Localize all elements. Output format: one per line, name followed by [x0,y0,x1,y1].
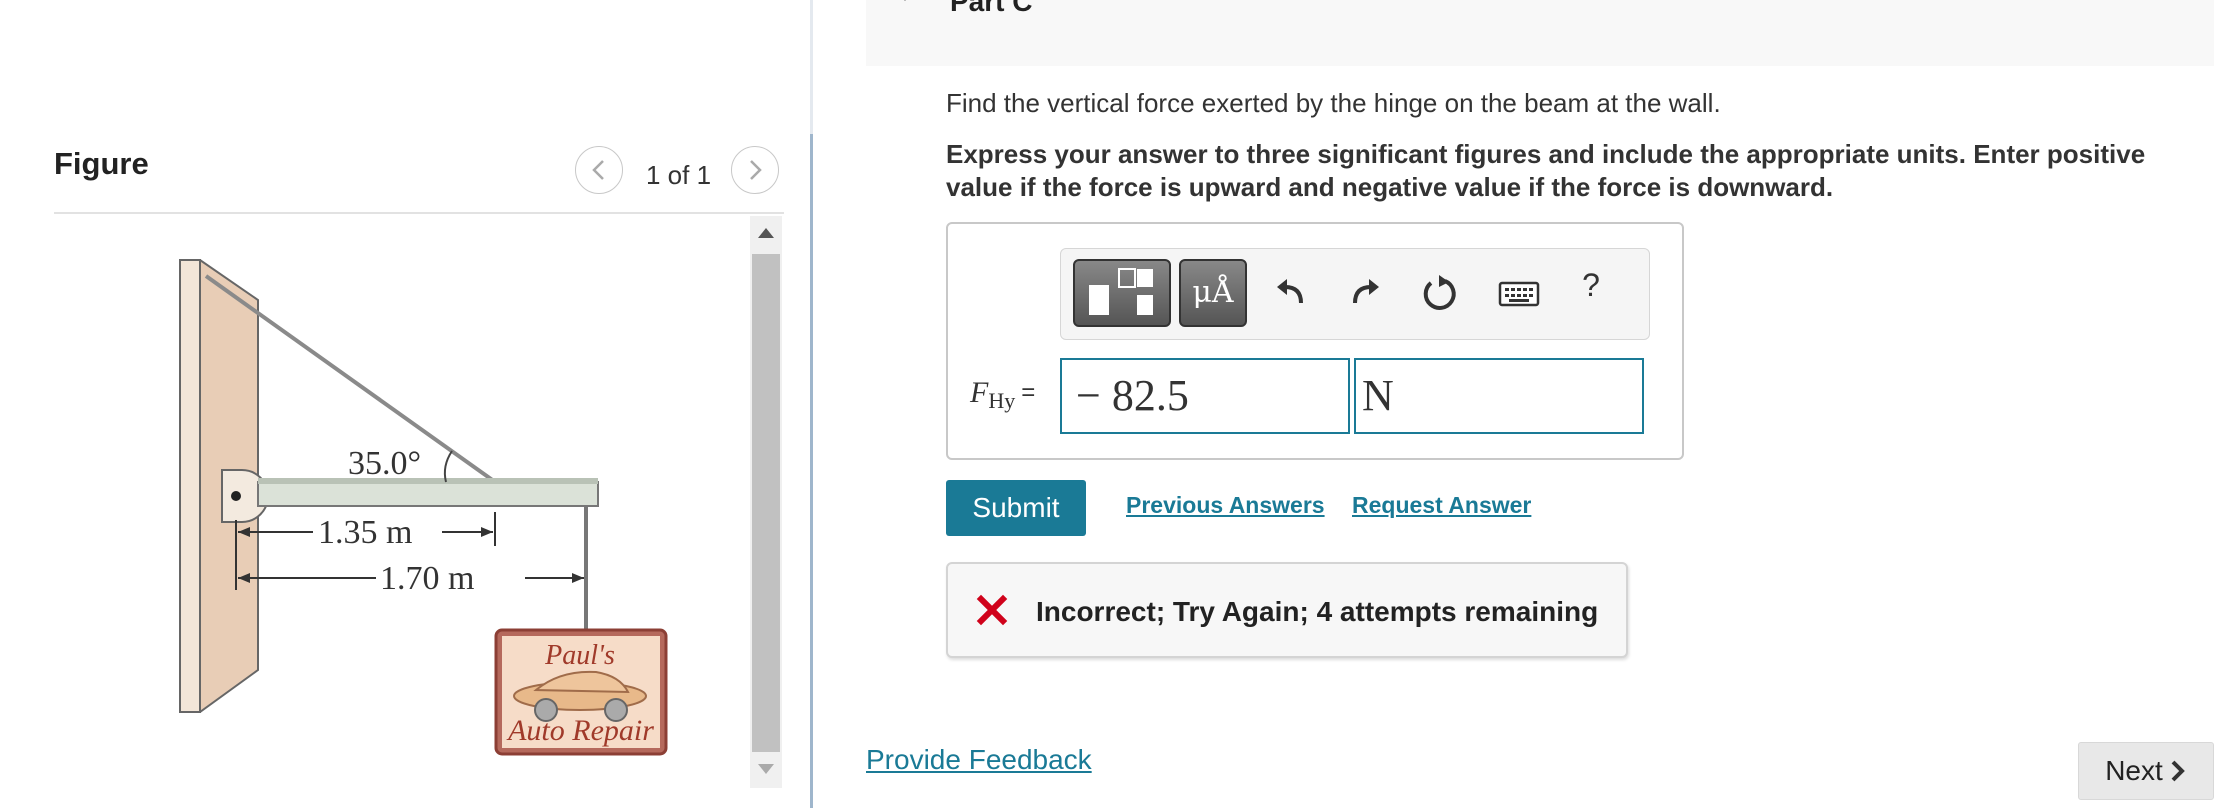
chevron-down-icon[interactable] [898,0,912,6]
part-title: Part C [950,0,1033,17]
dim-short-arrow-right [481,527,493,537]
submit-button[interactable]: Submit [946,480,1086,536]
keyboard-icon[interactable] [1497,273,1541,313]
templates-button[interactable] [1073,259,1171,327]
sign-line-1: Paul's [544,640,615,671]
templates-icon [1089,268,1153,315]
feedback-box: Incorrect; Try Again; 4 attempts remaini… [946,562,1628,658]
chevron-left-icon [592,160,604,180]
figure-pane: Figure 1 of 1 35.0° 1.35 m 1.70 m Paul's… [0,0,812,808]
part-header[interactable]: Part C [866,0,2214,66]
figure-divider [54,212,784,214]
redo-icon[interactable] [1345,273,1385,313]
answer-instructions: Express your answer to three significant… [946,139,2146,202]
wall-face [179,259,201,713]
angle-label: 35.0° [348,445,421,482]
angle-arc [443,450,453,483]
dim-long-label: 1.70 m [380,560,474,597]
next-label: Next [2105,755,2163,786]
next-figure-button[interactable] [731,146,779,194]
hinge-pin [231,491,241,501]
reset-icon[interactable] [1419,273,1459,313]
dim-long-arrow-right [572,573,584,583]
scrollbar-thumb[interactable] [752,254,780,752]
answer-box: μÅ ? FHy = − 82.5 N [946,222,1684,460]
unit-input[interactable]: N [1354,358,1644,434]
equals-sign: = [1021,379,1036,406]
hinge-beam-figure: 35.0° 1.35 m 1.70 m Paul's Auto Repair [179,259,668,756]
sign-line-2: Auto Repair [506,714,654,747]
feedback-message: Incorrect; Try Again; 4 attempts remaini… [1036,596,1599,627]
math-toolbar: μÅ ? [1060,248,1650,340]
figure-pager: 1 of 1 [646,160,712,190]
undo-icon[interactable] [1271,273,1311,313]
variable-subscript: Hy [988,388,1016,413]
dim-short-label: 1.35 m [318,514,412,551]
previous-answers-link[interactable]: Previous Answers [1126,492,1325,519]
provide-feedback-link[interactable]: Provide Feedback [866,744,1092,776]
request-answer-link[interactable]: Request Answer [1352,492,1531,519]
help-icon[interactable]: ? [1571,267,1611,307]
error-x-icon [976,594,1008,626]
chevron-right-icon [2171,760,2185,782]
previous-figure-button[interactable] [575,146,623,194]
beam-top [258,478,598,484]
variable-main: F [970,376,989,409]
scroll-up-icon[interactable] [750,220,782,250]
variable-label: FHy = [970,376,1036,413]
next-button[interactable]: Next [2078,742,2214,800]
value-input[interactable]: − 82.5 [1060,358,1350,434]
scroll-down-icon[interactable] [750,754,782,784]
question-prompt: Find the vertical force exerted by the h… [946,88,1721,118]
pane-divider-accent [810,134,813,808]
beam [257,481,599,507]
chevron-right-icon [750,160,762,180]
figure-scrollbar[interactable] [750,216,782,788]
units-button[interactable]: μÅ [1179,259,1247,327]
figure-title: Figure [54,146,149,181]
